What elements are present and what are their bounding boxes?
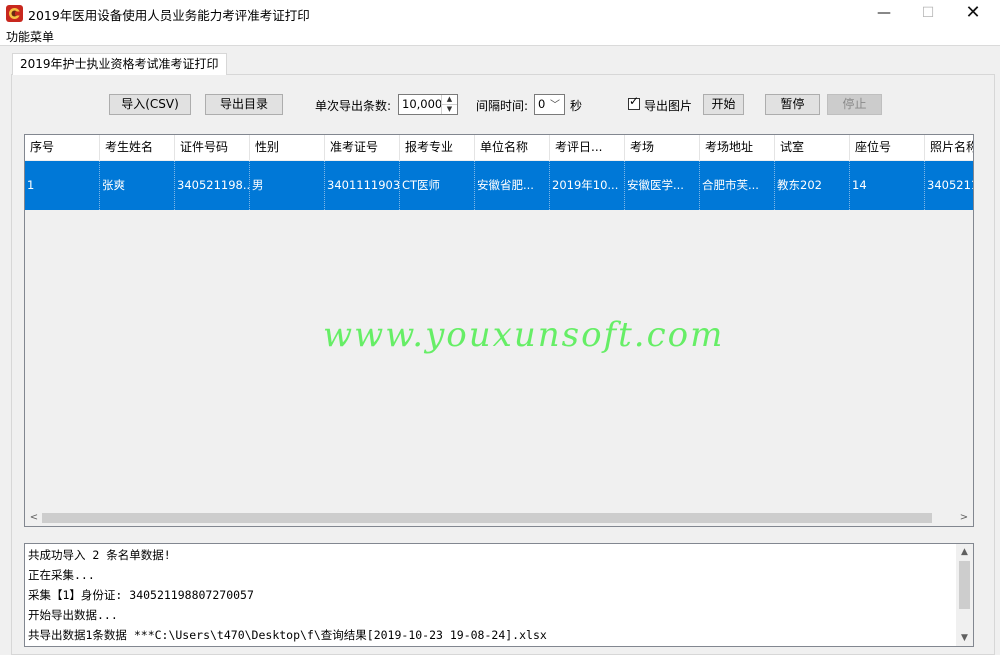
export-dir-button[interactable]: 导出目录 xyxy=(205,94,283,115)
col-header[interactable]: 准考证号 xyxy=(325,135,400,160)
table-row[interactable]: 1 张爽 340521198... 男 340111190399 CT医师 安徽… xyxy=(25,161,973,210)
spin-up-icon[interactable]: ▲ xyxy=(442,95,457,105)
export-image-label[interactable]: 导出图片 xyxy=(644,97,692,114)
watermark-text: www.youxunsoft.com xyxy=(323,315,725,355)
app-logo-icon xyxy=(6,5,23,22)
col-header[interactable]: 考场 xyxy=(625,135,700,160)
title-bar: 2019年医用设备使用人员业务能力考评准考证打印 — ☐ ✕ xyxy=(0,0,1000,28)
table-cell[interactable]: 教东202 xyxy=(775,161,850,210)
scroll-left-icon[interactable]: < xyxy=(27,510,41,526)
col-header[interactable]: 照片名称 xyxy=(925,135,973,160)
horizontal-scrollbar[interactable]: < > xyxy=(25,510,973,526)
grid-header: 序号 考生姓名 证件号码 性别 准考证号 报考专业 单位名称 考评日... 考场… xyxy=(25,135,973,160)
col-header[interactable]: 单位名称 xyxy=(475,135,550,160)
scroll-up-icon[interactable]: ▲ xyxy=(956,544,973,560)
table-cell[interactable]: 14 xyxy=(850,161,925,210)
window-title: 2019年医用设备使用人员业务能力考评准考证打印 xyxy=(28,8,310,23)
table-cell[interactable]: CT医师 xyxy=(400,161,475,210)
pause-button[interactable]: 暂停 xyxy=(765,94,820,115)
table-cell[interactable]: 1 xyxy=(25,161,100,210)
table-cell[interactable]: 安徽省肥... xyxy=(475,161,550,210)
tab-nurse-exam[interactable]: 2019年护士执业资格考试准考证打印 xyxy=(12,53,227,75)
table-cell[interactable]: 340111190399 xyxy=(325,161,400,210)
col-header[interactable]: 证件号码 xyxy=(175,135,250,160)
horizontal-scroll-thumb[interactable] xyxy=(42,513,932,523)
menu-function[interactable]: 功能菜单 xyxy=(6,28,54,45)
start-button[interactable]: 开始 xyxy=(703,94,744,115)
scroll-down-icon[interactable]: ▼ xyxy=(956,630,973,646)
seconds-label: 秒 xyxy=(570,99,583,113)
col-header[interactable]: 考场地址 xyxy=(700,135,775,160)
minimize-button[interactable]: — xyxy=(861,0,907,28)
menu-bar: 功能菜单 xyxy=(0,27,1000,45)
spin-down-icon[interactable]: ▼ xyxy=(442,105,457,114)
batch-size-value[interactable]: 10,000 xyxy=(402,97,442,111)
batch-size-label: 单次导出条数: xyxy=(315,99,392,113)
close-button[interactable]: ✕ xyxy=(950,0,996,28)
scroll-right-icon[interactable]: > xyxy=(957,510,971,526)
col-header[interactable]: 考生姓名 xyxy=(100,135,175,160)
log-line: 共导出数据1条数据 ***C:\Users\t470\Desktop\f\查询结… xyxy=(28,628,547,642)
table-cell[interactable]: 2019年10... xyxy=(550,161,625,210)
stop-button[interactable]: 停止 xyxy=(827,94,882,115)
log-line: 共成功导入 2 条名单数据! xyxy=(28,548,171,562)
chevron-down-icon[interactable]: ﹀ xyxy=(550,96,560,111)
col-header[interactable]: 报考专业 xyxy=(400,135,475,160)
col-header[interactable]: 性别 xyxy=(250,135,325,160)
batch-size-spin[interactable]: ▲ ▼ xyxy=(441,95,457,114)
import-csv-button[interactable]: 导入(CSV) xyxy=(109,94,191,115)
col-header[interactable]: 试室 xyxy=(775,135,850,160)
table-cell[interactable]: 340521198... xyxy=(175,161,250,210)
log-line: 开始导出数据... xyxy=(28,608,118,622)
log-line: 采集【1】身份证: 340521198807270057 xyxy=(28,588,254,602)
table-cell[interactable]: 男 xyxy=(250,161,325,210)
log-textbox[interactable]: 共成功导入 2 条名单数据! 正在采集... 采集【1】身份证: 3405211… xyxy=(24,543,974,647)
col-header[interactable]: 序号 xyxy=(25,135,100,160)
vertical-scroll-thumb[interactable] xyxy=(959,561,970,609)
log-line: 正在采集... xyxy=(28,568,95,582)
table-cell[interactable]: 安徽医学... xyxy=(625,161,700,210)
table-cell[interactable]: 34052119 xyxy=(925,161,973,210)
table-cell[interactable]: 张爽 xyxy=(100,161,175,210)
interval-value[interactable]: 0 xyxy=(538,97,545,111)
col-header[interactable]: 座位号 xyxy=(850,135,925,160)
col-header[interactable]: 考评日... xyxy=(550,135,625,160)
maximize-button[interactable]: ☐ xyxy=(905,0,951,28)
check-icon[interactable]: ✓ xyxy=(629,95,639,107)
interval-label: 间隔时间: xyxy=(476,99,529,113)
vertical-scrollbar[interactable]: ▲ ▼ xyxy=(956,544,973,646)
table-cell[interactable]: 合肥市芙... xyxy=(700,161,775,210)
